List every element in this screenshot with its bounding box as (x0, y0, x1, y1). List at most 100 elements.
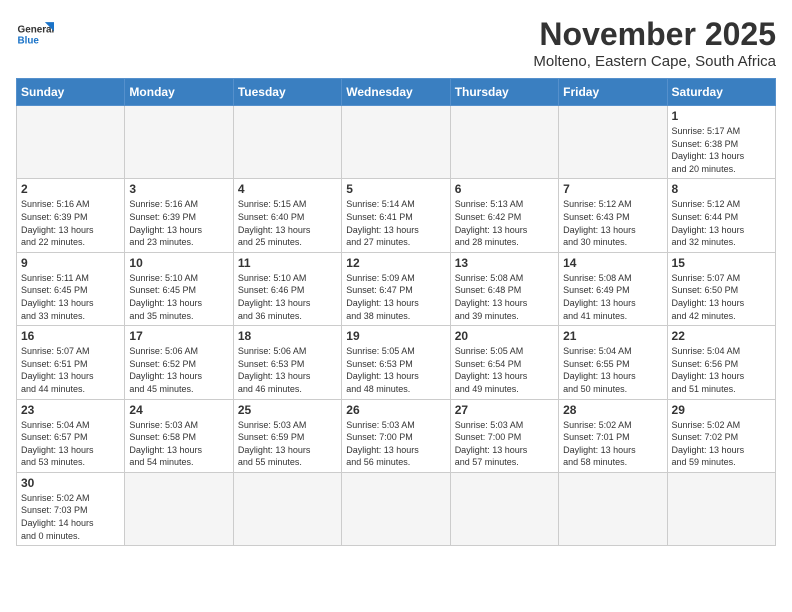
calendar-week-row: 30 Sunrise: 5:02 AM Sunset: 7:03 PM Dayli… (17, 472, 776, 545)
svg-text:Blue: Blue (18, 35, 40, 46)
day-info: Sunrise: 5:12 AM Sunset: 6:43 PM Dayligh… (563, 198, 662, 248)
day-info: Sunrise: 5:02 AM Sunset: 7:02 PM Dayligh… (672, 419, 771, 469)
day-number: 23 (21, 403, 120, 417)
weekday-header-saturday: Saturday (667, 79, 775, 106)
day-number: 9 (21, 256, 120, 270)
day-info: Sunrise: 5:12 AM Sunset: 6:44 PM Dayligh… (672, 198, 771, 248)
calendar-cell: 17Sunrise: 5:06 AM Sunset: 6:52 PM Dayli… (125, 326, 233, 399)
day-number: 26 (346, 403, 445, 417)
day-number: 8 (672, 182, 771, 196)
calendar-cell: 10 Sunrise: 5:10 AM Sunset: 6:45 PM Dayli… (125, 252, 233, 325)
day-info: Sunrise: 5:10 AM Sunset: 6:45 PM Dayligh… (129, 272, 228, 322)
day-number: 30 (21, 476, 120, 490)
calendar-cell: 11 Sunrise: 5:10 AM Sunset: 6:46 PM Dayli… (233, 252, 341, 325)
calendar-cell: 29Sunrise: 5:02 AM Sunset: 7:02 PM Dayli… (667, 399, 775, 472)
calendar-cell: 12 Sunrise: 5:09 AM Sunset: 6:47 PM Dayli… (342, 252, 450, 325)
calendar-cell: 25 Sunrise: 5:03 AM Sunset: 6:59 PM Dayli… (233, 399, 341, 472)
day-number: 1 (672, 109, 771, 123)
day-info: Sunrise: 5:02 AM Sunset: 7:01 PM Dayligh… (563, 419, 662, 469)
weekday-header-friday: Friday (559, 79, 667, 106)
calendar-week-row: 23 Sunrise: 5:04 AM Sunset: 6:57 PM Dayli… (17, 399, 776, 472)
day-info: Sunrise: 5:09 AM Sunset: 6:47 PM Dayligh… (346, 272, 445, 322)
day-number: 10 (129, 256, 228, 270)
logo-svg: General Blue (16, 16, 54, 54)
calendar-cell: 30 Sunrise: 5:02 AM Sunset: 7:03 PM Dayli… (17, 472, 125, 545)
calendar-cell (125, 106, 233, 179)
calendar-cell: 2 Sunrise: 5:16 AM Sunset: 6:39 PM Daylig… (17, 179, 125, 252)
calendar-cell: 20 Sunrise: 5:05 AM Sunset: 6:54 PM Dayli… (450, 326, 558, 399)
day-info: Sunrise: 5:03 AM Sunset: 7:00 PM Dayligh… (346, 419, 445, 469)
calendar-cell (233, 106, 341, 179)
day-number: 11 (238, 256, 337, 270)
calendar-cell (342, 106, 450, 179)
calendar-cell (450, 106, 558, 179)
day-info: Sunrise: 5:03 AM Sunset: 6:59 PM Dayligh… (238, 419, 337, 469)
day-number: 25 (238, 403, 337, 417)
calendar-cell: 24 Sunrise: 5:03 AM Sunset: 6:58 PM Dayli… (125, 399, 233, 472)
day-info: Sunrise: 5:10 AM Sunset: 6:46 PM Dayligh… (238, 272, 337, 322)
calendar-cell: 3Sunrise: 5:16 AM Sunset: 6:39 PM Daylig… (125, 179, 233, 252)
day-number: 27 (455, 403, 554, 417)
calendar-cell: 26 Sunrise: 5:03 AM Sunset: 7:00 PM Dayli… (342, 399, 450, 472)
day-number: 28 (563, 403, 662, 417)
day-number: 20 (455, 329, 554, 343)
day-info: Sunrise: 5:06 AM Sunset: 6:53 PM Dayligh… (238, 345, 337, 395)
weekday-header-monday: Monday (125, 79, 233, 106)
day-number: 7 (563, 182, 662, 196)
day-number: 14 (563, 256, 662, 270)
calendar-week-row: 16Sunrise: 5:07 AM Sunset: 6:51 PM Dayli… (17, 326, 776, 399)
day-info: Sunrise: 5:16 AM Sunset: 6:39 PM Dayligh… (21, 198, 120, 248)
calendar-cell: 8 Sunrise: 5:12 AM Sunset: 6:44 PM Daylig… (667, 179, 775, 252)
calendar-cell: 13 Sunrise: 5:08 AM Sunset: 6:48 PM Dayli… (450, 252, 558, 325)
calendar-cell: 23 Sunrise: 5:04 AM Sunset: 6:57 PM Dayli… (17, 399, 125, 472)
day-number: 2 (21, 182, 120, 196)
day-info: Sunrise: 5:14 AM Sunset: 6:41 PM Dayligh… (346, 198, 445, 248)
day-info: Sunrise: 5:04 AM Sunset: 6:57 PM Dayligh… (21, 419, 120, 469)
day-info: Sunrise: 5:08 AM Sunset: 6:49 PM Dayligh… (563, 272, 662, 322)
weekday-header-sunday: Sunday (17, 79, 125, 106)
calendar-cell: 22 Sunrise: 5:04 AM Sunset: 6:56 PM Dayli… (667, 326, 775, 399)
day-info: Sunrise: 5:07 AM Sunset: 6:51 PM Dayligh… (21, 345, 120, 395)
calendar-week-row: 1 Sunrise: 5:17 AM Sunset: 6:38 PM Daylig… (17, 106, 776, 179)
calendar-cell: 9 Sunrise: 5:11 AM Sunset: 6:45 PM Daylig… (17, 252, 125, 325)
logo: General Blue (16, 16, 54, 54)
day-number: 3 (129, 182, 228, 196)
month-title: November 2025 (533, 16, 776, 53)
day-number: 4 (238, 182, 337, 196)
weekday-header-row: SundayMondayTuesdayWednesdayThursdayFrid… (17, 79, 776, 106)
svg-text:General: General (18, 25, 54, 36)
day-info: Sunrise: 5:03 AM Sunset: 7:00 PM Dayligh… (455, 419, 554, 469)
calendar-cell: 21 Sunrise: 5:04 AM Sunset: 6:55 PM Dayli… (559, 326, 667, 399)
day-number: 17 (129, 329, 228, 343)
day-number: 22 (672, 329, 771, 343)
day-number: 12 (346, 256, 445, 270)
calendar-cell: 15Sunrise: 5:07 AM Sunset: 6:50 PM Dayli… (667, 252, 775, 325)
day-info: Sunrise: 5:11 AM Sunset: 6:45 PM Dayligh… (21, 272, 120, 322)
day-info: Sunrise: 5:05 AM Sunset: 6:54 PM Dayligh… (455, 345, 554, 395)
day-info: Sunrise: 5:05 AM Sunset: 6:53 PM Dayligh… (346, 345, 445, 395)
day-info: Sunrise: 5:17 AM Sunset: 6:38 PM Dayligh… (672, 125, 771, 175)
day-info: Sunrise: 5:08 AM Sunset: 6:48 PM Dayligh… (455, 272, 554, 322)
weekday-header-tuesday: Tuesday (233, 79, 341, 106)
calendar-cell (667, 472, 775, 545)
day-info: Sunrise: 5:15 AM Sunset: 6:40 PM Dayligh… (238, 198, 337, 248)
day-info: Sunrise: 5:03 AM Sunset: 6:58 PM Dayligh… (129, 419, 228, 469)
calendar-table: SundayMondayTuesdayWednesdayThursdayFrid… (16, 78, 776, 546)
day-info: Sunrise: 5:04 AM Sunset: 6:56 PM Dayligh… (672, 345, 771, 395)
day-number: 13 (455, 256, 554, 270)
calendar-cell: 4 Sunrise: 5:15 AM Sunset: 6:40 PM Daylig… (233, 179, 341, 252)
calendar-cell: 14 Sunrise: 5:08 AM Sunset: 6:49 PM Dayli… (559, 252, 667, 325)
title-area: November 2025 Molteno, Eastern Cape, Sou… (533, 16, 776, 70)
day-number: 24 (129, 403, 228, 417)
calendar-cell: 19 Sunrise: 5:05 AM Sunset: 6:53 PM Dayli… (342, 326, 450, 399)
weekday-header-thursday: Thursday (450, 79, 558, 106)
day-number: 21 (563, 329, 662, 343)
calendar-week-row: 9 Sunrise: 5:11 AM Sunset: 6:45 PM Daylig… (17, 252, 776, 325)
day-info: Sunrise: 5:02 AM Sunset: 7:03 PM Dayligh… (21, 492, 120, 542)
day-info: Sunrise: 5:04 AM Sunset: 6:55 PM Dayligh… (563, 345, 662, 395)
day-number: 19 (346, 329, 445, 343)
calendar-cell (233, 472, 341, 545)
calendar-cell (450, 472, 558, 545)
calendar-cell (125, 472, 233, 545)
day-info: Sunrise: 5:07 AM Sunset: 6:50 PM Dayligh… (672, 272, 771, 322)
